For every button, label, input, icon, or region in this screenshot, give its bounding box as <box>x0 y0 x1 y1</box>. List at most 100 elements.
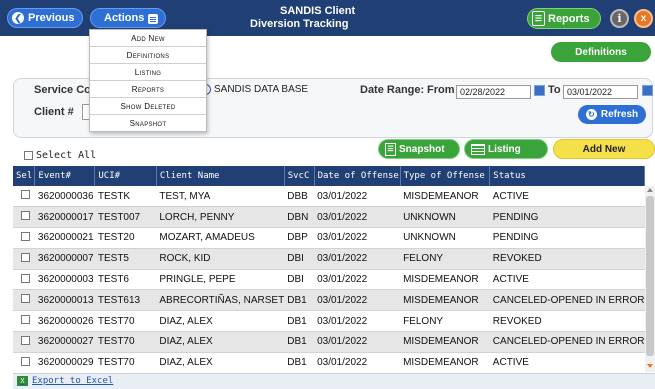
listing-button[interactable]: Listing <box>464 139 548 159</box>
table-cell: REVOKED <box>489 248 645 270</box>
calendar-icon[interactable] <box>534 85 545 96</box>
client-label: Client # <box>34 106 74 118</box>
table-cell: ACTIVE <box>489 186 645 208</box>
column-header[interactable]: Client Name <box>156 166 285 186</box>
column-header[interactable]: UCI# <box>94 166 157 186</box>
menu-item-reports[interactable]: Reports <box>90 81 206 98</box>
add-new-button[interactable]: Add New <box>553 139 655 159</box>
row-checkbox[interactable] <box>21 335 30 345</box>
table-cell: UNKNOWN <box>400 206 490 229</box>
table-cell: MISDEMEANOR <box>400 186 490 208</box>
table-cell: DBN <box>284 206 315 229</box>
export-label: Export to Excel <box>32 376 114 386</box>
column-header[interactable]: Date of Offense <box>314 166 401 186</box>
info-icon: i <box>617 12 622 25</box>
menu-item-add-new[interactable]: Add New <box>90 30 206 47</box>
table-row[interactable]: 3620000017 TEST007 LORCH, PENNY DBN 03/01/20… <box>13 206 645 229</box>
select-all[interactable]: Select All <box>24 150 96 161</box>
table-cell: DBI <box>284 269 315 291</box>
table-cell: PRINGLE, PEPE <box>156 269 285 291</box>
table-cell: 03/01/2022 <box>314 289 401 312</box>
row-checkbox[interactable] <box>21 273 30 283</box>
row-checkbox[interactable] <box>21 294 30 304</box>
column-header[interactable]: Status <box>489 166 645 186</box>
menu-item-snapshot[interactable]: Snapshot <box>90 115 206 132</box>
table-row[interactable]: 3620000007 TEST5 ROCK, KID DBI 03/01/2022 FEL… <box>13 248 645 270</box>
chevron-left-icon: ❮ <box>12 12 24 24</box>
table-row[interactable]: 3620000013 TEST613 ABRECORTIÑAS, NARSET DB1… <box>13 289 645 312</box>
menu-item-show-deleted[interactable]: Show Deleted <box>90 98 206 115</box>
row-checkbox[interactable] <box>21 356 30 366</box>
table-header-row: Sel Event# UCI# Client Name SvcC Date of… <box>13 166 645 186</box>
select-all-checkbox[interactable] <box>24 151 33 160</box>
pdf-icon: ☰ <box>385 142 396 156</box>
to-label: To <box>548 84 561 96</box>
export-to-excel-link[interactable]: X Export to Excel <box>17 376 113 386</box>
snapshot-button[interactable]: ☰ Snapshot <box>378 139 460 159</box>
table-cell: 3620000017 <box>34 206 95 229</box>
actions-label: Actions <box>104 12 145 24</box>
calendar-icon[interactable] <box>642 85 653 96</box>
table-cell: TEST70 <box>94 310 157 333</box>
row-select-cell <box>13 186 35 208</box>
pdf-icon: ☰ <box>532 11 545 26</box>
column-header[interactable]: Type of Offense <box>400 166 491 186</box>
row-checkbox[interactable] <box>21 211 30 221</box>
table-row[interactable]: 3620000003 TEST6 PRINGLE, PEPE DBI 03/01/202… <box>13 269 645 291</box>
listing-label: Listing <box>488 143 521 155</box>
row-select-cell <box>13 269 35 291</box>
list-icon <box>471 143 485 155</box>
table-row[interactable]: 3620000027 TEST70 DIAZ, ALEX DB1 03/01/2022 M… <box>13 331 645 353</box>
table-cell: FELONY <box>400 248 490 270</box>
table-cell: DB1 <box>284 331 315 353</box>
refresh-button[interactable]: ↻ Refresh <box>578 105 646 124</box>
table-cell: TEST70 <box>94 352 157 374</box>
table-cell: TEST70 <box>94 331 157 353</box>
app-title: SANDIS Client Diversion Tracking <box>250 5 400 31</box>
excel-icon: X <box>17 376 28 386</box>
actions-button[interactable]: Actions <box>90 8 166 28</box>
table-cell: DIAZ, ALEX <box>156 331 285 353</box>
from-date-input[interactable]: 02/28/2022 <box>456 85 531 99</box>
scroll-up-icon[interactable] <box>647 188 653 192</box>
table-row[interactable]: 3620000036 TESTK TEST, MYA DBB 03/01/2022 MIS… <box>13 186 645 208</box>
table-cell: TESTK <box>94 186 157 208</box>
row-checkbox[interactable] <box>21 231 30 241</box>
table-row[interactable]: 3620000029 TEST70 DIAZ, ALEX DB1 03/01/2022 M… <box>13 352 645 374</box>
table-row[interactable]: 3620000021 TEST20 MOZART, AMADEUS DBP 03/01/… <box>13 227 645 249</box>
info-button[interactable]: i <box>610 9 629 28</box>
row-checkbox[interactable] <box>21 315 30 325</box>
table-cell: UNKNOWN <box>400 227 490 249</box>
table-cell: DIAZ, ALEX <box>156 352 285 374</box>
table-cell: 3620000003 <box>34 269 95 291</box>
row-checkbox[interactable] <box>21 190 30 200</box>
reports-button[interactable]: ☰ Reports <box>527 8 601 29</box>
table-cell: LORCH, PENNY <box>156 206 285 229</box>
row-select-cell <box>13 248 35 270</box>
table-cell: 3620000026 <box>34 310 95 333</box>
column-header[interactable]: SvcC <box>284 166 315 186</box>
table-row[interactable]: 3620000026 TEST70 DIAZ, ALEX DB1 03/01/2022 F… <box>13 310 645 333</box>
scroll-down-icon[interactable] <box>647 364 653 368</box>
table-cell: 3620000007 <box>34 248 95 270</box>
table-cell: 03/01/2022 <box>314 186 401 208</box>
table-cell: DBI <box>284 248 315 270</box>
column-header[interactable]: Event# <box>34 166 96 186</box>
table-cell: 3620000029 <box>34 352 95 374</box>
scrollbar-thumb[interactable] <box>646 196 654 356</box>
table-cell: MISDEMEANOR <box>400 269 490 291</box>
definitions-button[interactable]: Definitions <box>551 42 651 62</box>
row-checkbox[interactable] <box>21 252 30 262</box>
menu-item-listing[interactable]: Listing <box>90 64 206 81</box>
menu-item-definitions[interactable]: Definitions <box>90 47 206 64</box>
close-icon: x <box>640 13 647 24</box>
column-header[interactable]: Sel <box>13 166 36 186</box>
table-cell: MOZART, AMADEUS <box>156 227 285 249</box>
close-button[interactable]: x <box>634 9 653 28</box>
table-cell: PENDING <box>489 227 645 249</box>
to-date-input[interactable]: 03/01/2022 <box>563 85 638 99</box>
table-cell: PENDING <box>489 206 645 229</box>
actions-dropdown-menu: Add New Definitions Listing Reports Show… <box>89 29 207 132</box>
table-cell: TEST007 <box>94 206 157 229</box>
previous-button[interactable]: ❮ Previous <box>7 8 83 28</box>
